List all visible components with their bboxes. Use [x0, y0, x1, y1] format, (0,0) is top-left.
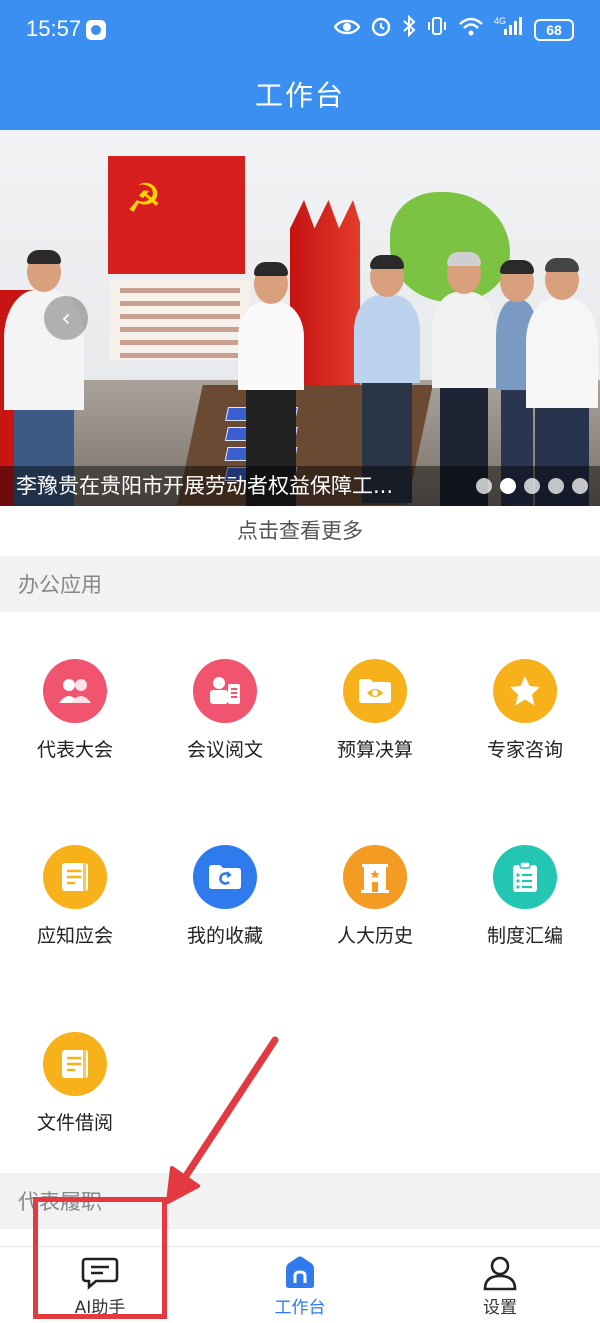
view-more-link[interactable]: 点击查看更多	[0, 506, 600, 556]
person-figure	[238, 262, 304, 506]
app-label: 人大历史	[336, 925, 413, 947]
carousel-indicators	[476, 478, 588, 494]
carousel-dot[interactable]	[524, 478, 540, 494]
person-figure	[526, 258, 598, 506]
person-figure	[432, 252, 496, 506]
section-title: 办公应用	[18, 573, 102, 597]
building-icon	[343, 845, 407, 909]
app-label: 应知应会	[36, 925, 113, 947]
tab-settings[interactable]: 设置	[400, 1247, 600, 1323]
tab-label: 设置	[483, 1298, 517, 1318]
status-icons: 4G 68	[333, 14, 574, 46]
person-figure	[354, 255, 420, 503]
app-label: 专家咨询	[486, 739, 563, 761]
people-icon	[43, 659, 107, 723]
app-label: 我的收藏	[186, 925, 263, 947]
tab-workbench[interactable]: 工作台	[200, 1247, 400, 1323]
app-label: 代表大会	[36, 739, 113, 761]
app-regulations[interactable]: 制度汇编	[450, 845, 600, 948]
wifi-icon	[458, 15, 484, 45]
status-time: 15:57	[26, 16, 82, 41]
app-meeting-docs[interactable]: 会议阅文	[150, 659, 300, 762]
home-icon	[280, 1255, 320, 1291]
carousel-prev-button[interactable]: ‹	[44, 296, 88, 340]
pledge-board	[110, 280, 250, 360]
clipboard-list-icon	[493, 845, 557, 909]
app-notification-icon	[86, 20, 106, 40]
app-representative-congress[interactable]: 代表大会	[0, 659, 150, 762]
status-bar: 15:57 4G 68	[0, 0, 600, 62]
app-expert-consult[interactable]: 专家咨询	[450, 659, 600, 762]
star-icon	[493, 659, 557, 723]
svg-text:4G: 4G	[494, 16, 506, 26]
eye-icon	[333, 15, 361, 45]
app-budget[interactable]: 预算决算	[300, 659, 450, 762]
battery-icon: 68	[534, 19, 574, 41]
carousel-dot[interactable]	[572, 478, 588, 494]
tab-label: 工作台	[274, 1298, 326, 1318]
vibrate-icon	[426, 15, 448, 45]
page-title: 工作台	[254, 79, 345, 112]
carousel-dot[interactable]	[476, 478, 492, 494]
app-header: 工作台	[0, 62, 600, 130]
notebook-icon	[43, 845, 107, 909]
app-knowledge[interactable]: 应知应会	[0, 845, 150, 948]
app-my-favorites[interactable]: 我的收藏	[150, 845, 300, 948]
news-carousel[interactable]: ‹ 李豫贵在贵阳市开展劳动者权益保障工...	[0, 130, 600, 506]
folder-eye-icon	[343, 659, 407, 723]
party-flag-panel	[108, 156, 245, 274]
app-label: 文件借阅	[36, 1112, 113, 1134]
meeting-doc-icon	[193, 659, 257, 723]
app-label: 会议阅文	[186, 739, 263, 761]
annotation-highlight-box	[33, 1197, 167, 1319]
app-label: 预算决算	[336, 739, 413, 761]
user-icon	[480, 1255, 520, 1291]
section-office-apps: 办公应用	[0, 556, 600, 612]
carousel-dot-active[interactable]	[500, 478, 516, 494]
carousel-caption[interactable]: 李豫贵在贵阳市开展劳动者权益保障工...	[16, 470, 436, 500]
favorites-folder-icon	[193, 845, 257, 909]
signal-icon: 4G	[494, 15, 524, 45]
carousel-dot[interactable]	[548, 478, 564, 494]
bluetooth-icon	[402, 14, 416, 45]
app-file-borrow[interactable]: 文件借阅	[0, 1032, 150, 1135]
app-npc-history[interactable]: 人大历史	[300, 845, 450, 948]
app-label: 制度汇编	[486, 925, 563, 947]
alarm-icon	[370, 15, 392, 45]
notebook-icon	[43, 1032, 107, 1096]
